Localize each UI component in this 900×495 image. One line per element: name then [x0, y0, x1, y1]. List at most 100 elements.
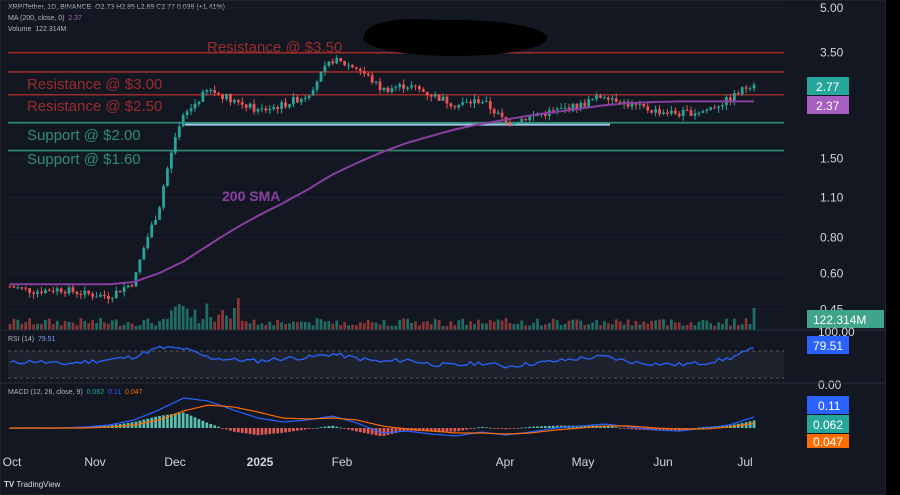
volume-bar	[386, 325, 390, 330]
resistance-250-label: Resistance @ $2.50	[27, 98, 162, 115]
candle-body	[205, 90, 209, 92]
macd-hist-bar	[244, 428, 248, 434]
volume-bar	[205, 303, 209, 330]
candle-body	[587, 99, 591, 107]
macd-hist-bar	[150, 417, 154, 428]
volume-bar	[484, 323, 488, 330]
volume-bar	[107, 323, 110, 330]
volume-bar	[118, 325, 122, 330]
macd-hist-bar	[256, 428, 260, 436]
macd-badge-a-text: 0.11	[818, 399, 841, 413]
volume-bar	[414, 321, 417, 330]
volume-bar	[335, 320, 339, 330]
candle-body	[339, 58, 343, 62]
rsi-band	[8, 351, 784, 378]
candle-body	[83, 290, 87, 295]
volume-bar	[114, 319, 118, 330]
macd-hist-bar	[185, 413, 189, 428]
time-tick-label: Nov	[84, 455, 105, 469]
ma-price-badge-text: 2.37	[816, 99, 840, 113]
candle-body	[256, 109, 260, 112]
candle-body	[91, 293, 95, 297]
volume-bar	[626, 319, 630, 330]
candle-body	[213, 90, 217, 93]
macd-hist-bar	[752, 420, 756, 428]
candle-body	[99, 294, 102, 297]
candle-body	[709, 107, 713, 110]
macd-hist-bar	[492, 428, 496, 429]
volume-bar	[319, 319, 323, 330]
candle-body	[268, 108, 272, 111]
volume-bar	[79, 318, 83, 330]
volume-bar	[587, 324, 591, 330]
macd-hist-bar	[477, 427, 480, 429]
candle-body	[95, 296, 98, 298]
time-axis[interactable]: Oct Nov Dec 2025 Feb Apr May Jun Jul	[3, 455, 753, 469]
volume-bar	[378, 324, 382, 330]
candle-body	[705, 109, 709, 112]
candle-body	[8, 286, 12, 288]
candle-body	[606, 97, 610, 100]
candle-body	[71, 287, 75, 292]
candle-body	[740, 87, 744, 95]
macd-hist-bar	[173, 413, 177, 428]
volume-bar	[736, 325, 740, 330]
candle-body	[347, 64, 350, 66]
volume-bar	[59, 325, 63, 330]
volume-bar	[122, 324, 126, 330]
tradingview-brand[interactable]: TV TradingView	[4, 480, 60, 489]
macd-legend-v1: 0.062	[86, 389, 105, 396]
volume-bar	[677, 322, 681, 330]
rsi-legend-label: RSI (14)	[8, 336, 35, 343]
macd-hist-bar	[295, 428, 299, 431]
volume-bar	[729, 325, 732, 330]
volume-bar	[595, 319, 598, 330]
macd-hist-bar	[201, 420, 205, 428]
volume-bar	[299, 321, 303, 330]
volume-bar	[138, 325, 142, 330]
candle-body	[319, 72, 323, 82]
candle-body	[555, 108, 559, 111]
candle-body	[484, 101, 488, 103]
volume-bar	[630, 325, 634, 330]
candle-body	[331, 61, 335, 64]
volume-bar	[327, 321, 331, 330]
volume-bar	[67, 322, 71, 330]
resistance-300-label: Resistance @ $3.00	[27, 76, 162, 93]
volume-bar	[520, 320, 524, 330]
macd-hist-bar	[158, 415, 161, 428]
volume-bar	[225, 315, 228, 330]
candle-body	[410, 85, 413, 88]
volume-bar	[650, 320, 654, 330]
macd-hist-bar	[484, 427, 488, 429]
volume-bar	[75, 324, 79, 330]
volume-bar	[213, 321, 217, 330]
volume-bar	[146, 318, 150, 330]
last-price-badge-text: 2.77	[816, 80, 840, 94]
price-chart[interactable]: Resistance @ $3.50 Resistance @ $3.00 Re…	[0, 0, 886, 495]
candle-body	[201, 91, 205, 102]
candle-body	[126, 285, 130, 288]
candle-body	[520, 118, 524, 123]
candle-body	[748, 88, 752, 90]
macd-hist-bar	[213, 425, 217, 428]
candle-body	[713, 107, 717, 109]
volume-bar	[311, 325, 315, 330]
macd-hist-bar	[177, 413, 181, 428]
candle-body	[500, 112, 504, 117]
candle-body	[272, 106, 276, 109]
macd-hist-bar	[323, 426, 327, 428]
volume-bar	[445, 325, 449, 330]
candle-body	[177, 126, 181, 138]
macd-hist-bar	[520, 427, 524, 429]
candle-body	[654, 109, 657, 113]
candle-body	[193, 103, 197, 109]
volume-bar	[638, 324, 642, 330]
price-tick-label: 0.60	[820, 266, 844, 280]
price-axis[interactable]: 5.003.501.501.100.800.600.45	[820, 1, 844, 316]
macd-hist-bar	[469, 428, 472, 429]
volume-bar	[666, 325, 669, 330]
volume-bar	[307, 322, 311, 330]
candle-body	[591, 99, 594, 101]
volume-bar	[429, 324, 433, 330]
